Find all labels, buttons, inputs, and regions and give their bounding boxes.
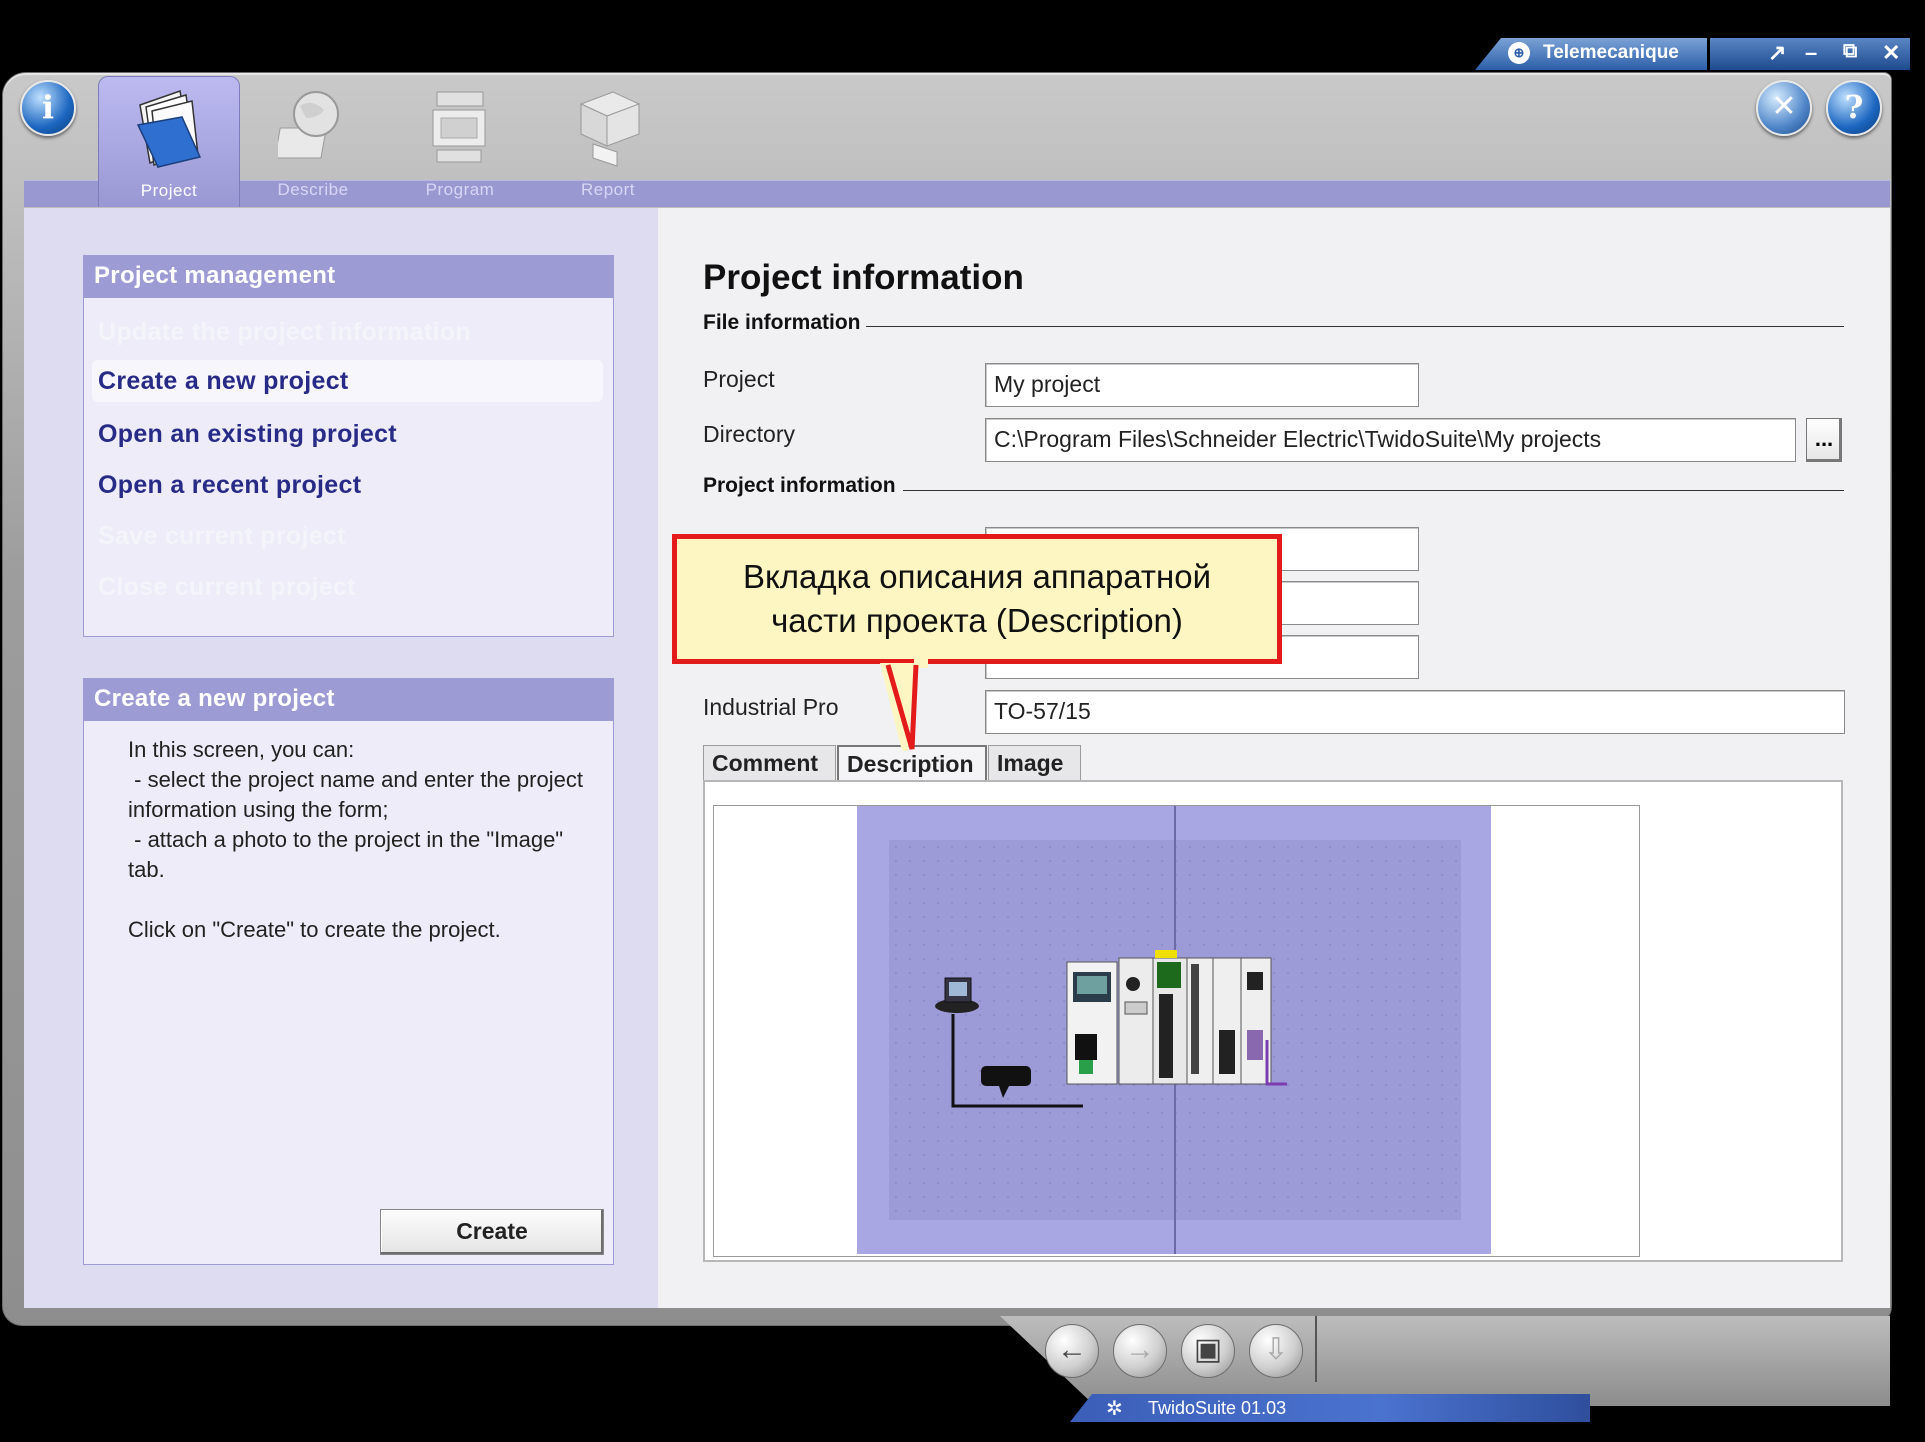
file-info-section: File information: [703, 311, 861, 334]
window-controls: ↗ – ⧉ ✕: [1710, 38, 1910, 70]
section-rule: [866, 326, 1844, 327]
create-project-help-box: Create a new project In this screen, you…: [83, 678, 614, 1265]
telemecanique-logo-icon: ⊕: [1508, 42, 1530, 64]
help-icon[interactable]: ?: [1826, 80, 1882, 136]
plc-base-controller: [1066, 961, 1118, 1085]
tab-image[interactable]: Image: [988, 745, 1081, 781]
twidosuite-logo-icon: ✲: [1106, 1398, 1123, 1420]
program-icon: [432, 91, 486, 163]
maximize-icon[interactable]: ⧉: [1843, 40, 1857, 63]
back-arrow-icon[interactable]: ←: [1045, 1324, 1099, 1378]
tab-report[interactable]: Report: [538, 76, 678, 206]
box-header: Create a new project: [84, 679, 613, 721]
hardware-configuration-drawing: [935, 950, 1287, 1108]
plc-io-modules: [1118, 950, 1272, 1085]
modem-icon: [935, 977, 979, 1013]
menu-create-new-project[interactable]: Create a new project: [92, 360, 603, 402]
industrial-property-field[interactable]: TO-57/15: [985, 690, 1845, 734]
tab-label: Program: [425, 180, 495, 199]
tab-comment[interactable]: Comment: [703, 745, 836, 781]
tab-describe[interactable]: Describe: [243, 76, 383, 206]
tab-project[interactable]: Project: [98, 76, 240, 207]
menu-save-project: Save current project: [98, 522, 346, 550]
close-icon[interactable]: ✕: [1882, 40, 1900, 66]
menu-open-recent-project[interactable]: Open a recent project: [98, 471, 361, 500]
restore-arrow-icon[interactable]: ↗: [1768, 40, 1786, 66]
industrial-property-label: Industrial Pro: [703, 694, 839, 720]
annotation-callout: Вкладка описания аппаратной части проект…: [672, 534, 1282, 664]
directory-label: Directory: [703, 421, 796, 447]
status-version: TwidoSuite 01.03: [1148, 1398, 1287, 1418]
project-info-section: Project information: [703, 474, 896, 497]
project-management-box: Project management Update the project in…: [83, 255, 614, 637]
footer-divider: [1315, 1316, 1317, 1382]
menu-close-project: Close current project: [98, 573, 356, 601]
callout-line-2: части проекта (Description): [771, 602, 1183, 639]
directory-field[interactable]: C:\Program Files\Schneider Electric\Twid…: [985, 418, 1796, 462]
browse-button[interactable]: ...: [1806, 418, 1842, 462]
tab-label: Report: [580, 180, 636, 199]
page-title: Project information: [703, 258, 1024, 297]
help-text: In this screen, you can: - select the pr…: [128, 737, 583, 942]
menu-open-existing-project[interactable]: Open an existing project: [98, 420, 397, 449]
brand-label: Telemecanique: [1543, 42, 1679, 63]
section-rule: [903, 490, 1844, 491]
status-bar: ✲ TwidoSuite 01.03: [1070, 1394, 1590, 1422]
project-name-field[interactable]: My project: [985, 363, 1419, 407]
forward-arrow-icon[interactable]: →: [1113, 1324, 1167, 1378]
box-header: Project management: [84, 256, 613, 298]
create-button[interactable]: Create: [380, 1209, 604, 1255]
tools-icon[interactable]: ✕: [1756, 80, 1812, 136]
network-address-tag: [981, 1066, 1031, 1086]
export-icon[interactable]: ⇩: [1249, 1324, 1303, 1378]
callout-pointer: [880, 658, 928, 751]
project-folder-icon: [136, 90, 202, 168]
tab-label: Project: [140, 181, 198, 200]
report-printer-icon: [579, 91, 641, 167]
tab-program[interactable]: Program: [390, 76, 530, 206]
tab-label: Describe: [277, 180, 349, 199]
callout-line-1: Вкладка описания аппаратной: [742, 558, 1212, 595]
minimize-icon[interactable]: –: [1805, 40, 1817, 66]
info-icon[interactable]: i: [20, 80, 76, 136]
describe-globe-icon: [278, 91, 339, 159]
menu-update-project: Update the project information: [98, 318, 471, 346]
project-label: Project: [703, 366, 775, 392]
save-disk-icon[interactable]: ▣: [1181, 1324, 1235, 1378]
brand-bar: ⊕ Telemecanique: [1475, 38, 1707, 70]
